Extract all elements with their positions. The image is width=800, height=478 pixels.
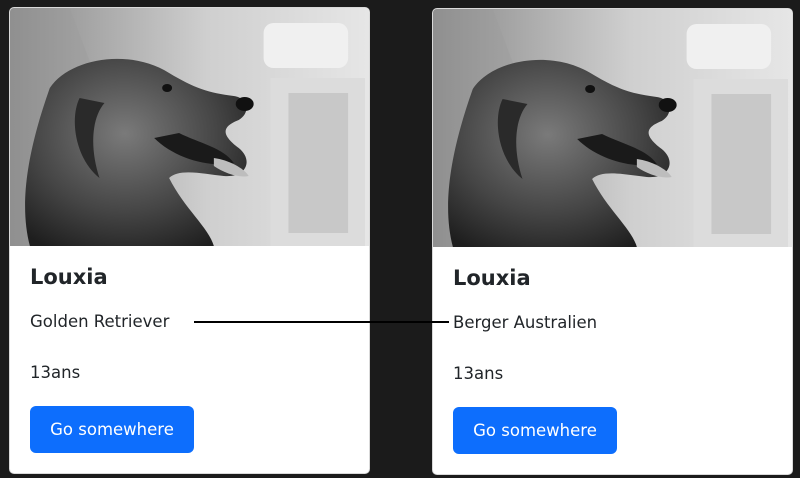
go-somewhere-button[interactable]: Go somewhere: [453, 407, 617, 454]
dog-name: Louxia: [30, 265, 108, 289]
dog-photo: [433, 9, 792, 247]
go-somewhere-button[interactable]: Go somewhere: [30, 406, 194, 453]
dog-age: 13ans: [453, 364, 504, 383]
dog-age: 13ans: [30, 363, 81, 382]
dog-card: Louxia Golden Retriever 13ans Go somewhe…: [9, 7, 370, 474]
dog-photo: [10, 8, 369, 246]
dog-breed: Berger Australien: [453, 313, 598, 332]
dog-card: Louxia Berger Australien 13ans Go somewh…: [432, 8, 793, 475]
dog-breed: Golden Retriever: [30, 312, 170, 331]
dog-name: Louxia: [453, 266, 531, 290]
